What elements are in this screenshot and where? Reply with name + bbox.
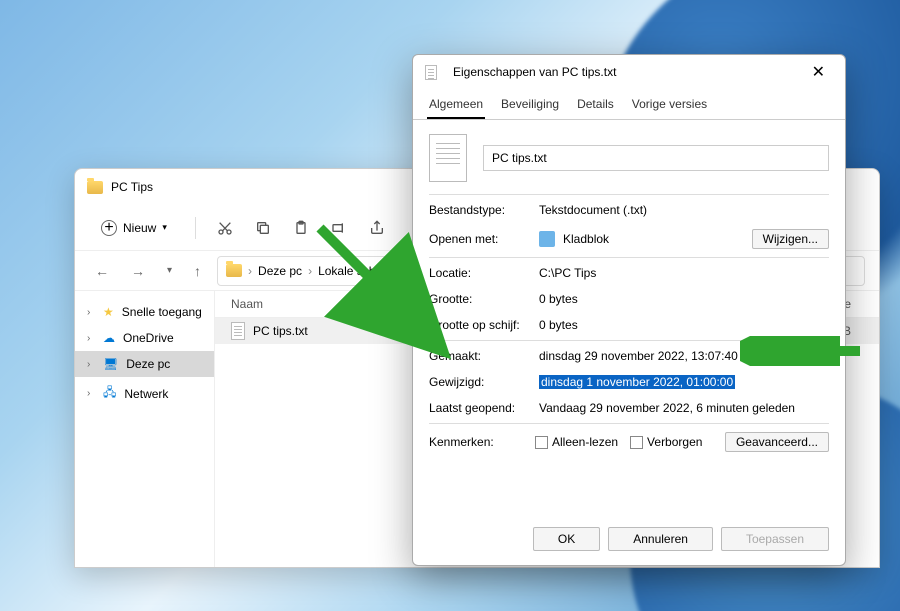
value-location: C:\PC Tips [539,266,829,280]
dialog-title: Eigenschappen van PC tips.txt [453,65,616,79]
back-arrow-icon[interactable]: ← [89,259,115,283]
bc-seg-1[interactable]: Lokale schijf (C:) [318,264,407,278]
readonly-label: Alleen-lezen [552,435,618,449]
folder-icon [226,264,242,277]
label-created: Gemaakt: [429,349,531,363]
new-label: Nieuw [123,221,156,235]
value-sizeondisk: 0 bytes [539,318,829,332]
paste-icon[interactable] [292,219,310,237]
divider [429,340,829,341]
tab-prev[interactable]: Vorige versies [630,91,709,119]
sidebar-network-label: Netwerk [124,387,168,401]
hidden-label: Verborgen [647,435,702,449]
hidden-checkbox[interactable]: Verborgen [630,435,702,449]
sidebar-item-quick[interactable]: › ★ Snelle toegang [75,299,214,325]
chevron-down-icon[interactable]: ▾ [161,261,178,280]
cloud-icon: ☁ [103,331,115,345]
value-openwith: Kladblok [563,232,609,246]
cancel-button[interactable]: Annuleren [608,527,713,551]
label-size: Grootte: [429,292,531,306]
divider [429,194,829,195]
sidebar-thispc-label: Deze pc [126,357,170,371]
value-filetype: Tekstdocument (.txt) [539,203,829,217]
explorer-title: PC Tips [111,180,153,194]
chevron-right-icon: › [87,359,95,370]
sidebar-item-network[interactable]: › 🖧 Netwerk [75,377,214,410]
dialog-tabs: Algemeen Beveiliging Details Vorige vers… [413,89,845,120]
label-sizeondisk: Grootte op schijf: [429,318,531,332]
checkbox-icon [535,436,548,449]
forward-arrow-icon[interactable]: → [125,259,151,283]
ok-button[interactable]: OK [533,527,600,551]
star-icon: ★ [103,305,114,319]
sidebar-quick-label: Snelle toegang [122,305,202,319]
bc-seg-0[interactable]: Deze pc [258,264,302,278]
chevron-right-icon: › [87,333,95,344]
readonly-checkbox[interactable]: Alleen-lezen [535,435,618,449]
network-icon: 🖧 [103,383,116,404]
label-modified: Gewijzigd: [429,375,531,389]
document-icon [231,322,245,340]
notepad-icon [539,231,555,247]
chevron-right-icon: › [87,307,95,318]
properties-dialog: Eigenschappen van PC tips.txt ✕ Algemeen… [412,54,846,566]
advanced-button[interactable]: Geavanceerd... [725,432,829,452]
divider [429,257,829,258]
folder-icon [87,181,103,194]
plus-icon: + [101,220,117,236]
share-icon[interactable] [368,219,386,237]
value-size: 0 bytes [539,292,829,306]
label-location: Locatie: [429,266,531,280]
change-button[interactable]: Wijzigen... [752,229,829,249]
new-button[interactable]: + Nieuw ▾ [93,216,175,240]
dialog-titlebar[interactable]: Eigenschappen van PC tips.txt ✕ [413,55,845,89]
close-icon[interactable]: ✕ [804,58,833,86]
label-accessed: Laatst geopend: [429,401,531,415]
copy-icon[interactable] [254,219,272,237]
divider [429,423,829,424]
cut-icon[interactable] [216,219,234,237]
tab-general[interactable]: Algemeen [427,91,485,119]
chevron-right-icon: › [308,264,312,278]
document-icon [425,65,437,80]
sidebar-onedrive-label: OneDrive [123,331,174,345]
tab-security[interactable]: Beveiliging [499,91,561,119]
chevron-right-icon: › [248,264,252,278]
label-openwith: Openen met: [429,232,531,246]
sidebar-item-thispc[interactable]: › 🖥 Deze pc [75,351,214,377]
tab-details[interactable]: Details [575,91,616,119]
apply-button[interactable]: Toepassen [721,527,829,551]
filename-input[interactable] [483,145,829,171]
rename-icon[interactable] [330,219,348,237]
chevron-right-icon: › [87,388,95,399]
toolbar-divider [195,217,196,239]
value-created: dinsdag 29 november 2022, 13:07:40 [539,349,829,363]
label-filetype: Bestandstype: [429,203,531,217]
chevron-down-icon: ▾ [162,222,167,233]
value-modified: dinsdag 1 november 2022, 01:00:00 [539,375,735,389]
document-icon [429,134,467,182]
checkbox-icon [630,436,643,449]
explorer-sidebar: › ★ Snelle toegang › ☁ OneDrive › 🖥 Deze pc › 🖧… [75,291,215,567]
pc-icon: 🖥 [103,357,118,371]
up-arrow-icon[interactable]: ↑ [188,259,207,283]
value-accessed: Vandaag 29 november 2022, 6 minuten gele… [539,401,829,415]
sidebar-item-onedrive[interactable]: › ☁ OneDrive [75,325,214,351]
label-attributes: Kenmerken: [429,435,523,449]
